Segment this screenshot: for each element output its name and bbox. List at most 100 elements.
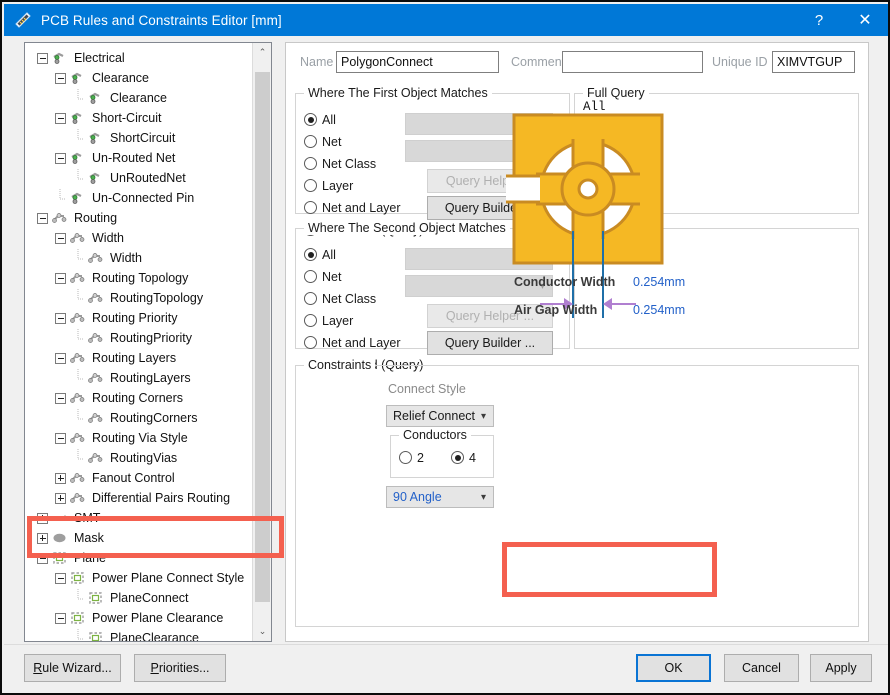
close-button[interactable]: ✕ [842,4,888,36]
smt-icon [52,511,67,525]
expander-minus-icon[interactable] [55,73,66,84]
first-object-option-net[interactable]: Net [304,133,341,150]
tree-item-clearance[interactable]: Clearance [73,88,170,108]
expander-minus-icon[interactable] [55,353,66,364]
expander-minus-icon[interactable] [37,53,48,64]
expander-minus-icon[interactable] [37,553,48,564]
scroll-up-icon[interactable]: ⌃ [253,43,272,62]
cancel-button[interactable]: Cancel [724,654,799,682]
first-object-option-net-and-layer[interactable]: Net and Layer [304,199,401,216]
expander-minus-icon[interactable] [55,573,66,584]
tree-item-label: PlaneConnect [107,590,192,606]
tree-item-differential-pairs-routing[interactable]: Differential Pairs Routing [55,488,233,508]
tree-item-planeclearance[interactable]: PlaneClearance [73,628,202,641]
first-object-option-net-class[interactable]: Net Class [304,155,376,172]
expander-minus-icon[interactable] [55,113,66,124]
apply-button[interactable]: Apply [810,654,872,682]
tree-item-routingcorners[interactable]: RoutingCorners [73,408,201,428]
tree-item-short-circuit[interactable]: Short-Circuit [55,108,164,128]
tree-item-label: RoutingPriority [107,330,195,346]
tree-item-smt[interactable]: SMT [37,508,103,528]
expander-minus-icon[interactable] [55,233,66,244]
tree-item-routinglayers[interactable]: RoutingLayers [73,368,194,388]
tree-item-shortcircuit[interactable]: ShortCircuit [73,128,178,148]
tree-item-electrical[interactable]: Electrical [37,48,128,68]
tree-item-un-connected-pin[interactable]: Un-Connected Pin [55,188,197,208]
expander-plus-icon[interactable] [37,513,48,524]
name-input[interactable]: PolygonConnect [336,51,499,73]
connect-style-combo[interactable]: Relief Connect ▾ [386,405,494,427]
tree-item-routing-corners[interactable]: Routing Corners [55,388,186,408]
tree-item-planeconnect[interactable]: PlaneConnect [73,588,192,608]
tree-item-plane[interactable]: Plane [37,548,109,568]
rule-identity-row: Name PolygonConnect Comment Unique ID XI… [286,43,868,83]
routing-icon [88,451,103,465]
rule-wizard-button[interactable]: Rule Wizard... [24,654,121,682]
tree-item-routingvias[interactable]: RoutingVias [73,448,180,468]
conductor-width-value-wrap[interactable]: 0.254mm [633,275,685,289]
expander-plus-icon[interactable] [55,493,66,504]
expander-plus-icon[interactable] [37,533,48,544]
ok-button[interactable]: OK [636,654,711,682]
tree-item-fanout-control[interactable]: Fanout Control [55,468,178,488]
routing-icon [52,211,67,225]
second-object-option-all[interactable]: All [304,246,336,263]
tree-item-routing-priority[interactable]: Routing Priority [55,308,180,328]
chevron-down-icon: ▾ [481,492,486,503]
tree-item-clearance[interactable]: Clearance [55,68,152,88]
expander-minus-icon[interactable] [55,153,66,164]
angle-combo[interactable]: 90 Angle ▾ [386,486,494,508]
tree-item-label: Routing Priority [89,310,180,326]
tree-scrollbar[interactable]: ⌃ ⌄ [252,43,271,641]
tree-item-routingtopology[interactable]: RoutingTopology [73,288,206,308]
expander-minus-icon[interactable] [55,433,66,444]
unique-id-label: Unique ID [712,55,768,69]
rules-tree-panel[interactable]: ElectricalClearanceClearanceShort-Circui… [24,42,272,642]
mask-icon [52,531,67,545]
tree-item-routing[interactable]: Routing [37,208,120,228]
second-object-option-net-class[interactable]: Net Class [304,290,376,307]
first-object-option-all[interactable]: All [304,111,336,128]
tree-item-unroutednet[interactable]: UnRoutedNet [73,168,189,188]
rules-tree[interactable]: ElectricalClearanceClearanceShort-Circui… [25,43,253,641]
priorities-button[interactable]: Priorities... [134,654,226,682]
conductors-option-2[interactable]: 2 [399,449,424,466]
scrollbar-thumb[interactable] [255,72,270,602]
first-object-title: Where The First Object Matches [304,86,492,100]
first-full-query-value[interactable]: All [583,100,606,114]
expander-minus-icon[interactable] [37,213,48,224]
second-object-option-net[interactable]: Net [304,268,341,285]
comment-input[interactable] [562,51,703,73]
tree-item-routing-layers[interactable]: Routing Layers [55,348,179,368]
unique-id-input[interactable]: XIMVTGUP [772,51,855,73]
tree-item-routing-topology[interactable]: Routing Topology [55,268,191,288]
first-object-option-layer[interactable]: Layer [304,177,353,194]
tree-item-width[interactable]: Width [55,228,127,248]
expander-minus-icon[interactable] [55,393,66,404]
electrical-icon [70,111,85,125]
tree-item-routing-via-style[interactable]: Routing Via Style [55,428,191,448]
tree-item-label: Mask [71,530,107,546]
expander-plus-icon[interactable] [55,473,66,484]
second-query-builder-button[interactable]: Query Builder ... [427,331,553,355]
tree-item-routingpriority[interactable]: RoutingPriority [73,328,195,348]
tree-item-power-plane-clearance[interactable]: Power Plane Clearance [55,608,226,628]
electrical-icon [52,51,67,65]
tree-item-label: Short-Circuit [89,110,164,126]
tree-item-width[interactable]: Width [73,248,145,268]
tree-item-mask[interactable]: Mask [37,528,107,548]
tree-item-power-plane-connect-style[interactable]: Power Plane Connect Style [55,568,247,588]
conductors-option-4[interactable]: 4 [451,449,476,466]
radio-icon [399,451,412,464]
expander-minus-icon[interactable] [55,613,66,624]
expander-minus-icon[interactable] [55,273,66,284]
air-gap-width-value-wrap[interactable]: 0.254mm [633,303,685,317]
second-object-option-layer[interactable]: Layer [304,312,353,329]
plane-icon [88,591,103,605]
plane-icon [70,611,85,625]
help-button[interactable]: ? [796,4,842,36]
tree-item-un-routed-net[interactable]: Un-Routed Net [55,148,178,168]
second-object-option-net-and-layer[interactable]: Net and Layer [304,334,401,351]
scroll-down-icon[interactable]: ⌄ [253,622,272,641]
expander-minus-icon[interactable] [55,313,66,324]
